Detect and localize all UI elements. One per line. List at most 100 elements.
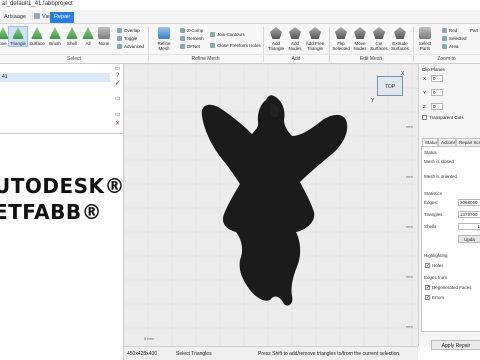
flip-selected-button[interactable]: Flip Selected [331, 27, 351, 51]
repair-panel: Clip Planes X 0 Y 0 Z 0 Transparent Cuts… [418, 64, 480, 350]
toggle-icon [117, 36, 122, 41]
zoom-part-option[interactable]: Part [470, 28, 478, 33]
triangle-select-icon [12, 27, 24, 39]
zoom-red-option[interactable]: Red [442, 28, 457, 33]
edges-label: Edges: [424, 200, 439, 205]
degenerated-faces-label: Degenerated Faces [432, 285, 472, 290]
folder-icon[interactable]: ▭ [114, 66, 121, 73]
zoom-red-icon [442, 28, 447, 33]
clip-z-input[interactable]: 0 [431, 103, 443, 110]
remesh-option[interactable]: Remesh [180, 36, 204, 41]
cut-surfaces-button[interactable]: Cut Surfaces [369, 27, 389, 51]
apply-repair-button[interactable]: Apply Repair [431, 340, 480, 350]
dfnet-icon [180, 44, 185, 49]
project-panel: 41 ▭ ? ✔ ▭ ▭ ✕ UTODESK® ETFABB® [0, 64, 126, 360]
toggle-option[interactable]: Toggle [117, 36, 137, 41]
edit-group-label: Edit Mesh [329, 54, 413, 63]
transparent-cuts-checkbox[interactable] [422, 115, 427, 120]
refine-mesh-button[interactable]: Refine Mesh [153, 27, 175, 51]
surface-select-button[interactable]: Surface [28, 27, 46, 46]
add-triangle-icon [270, 27, 282, 39]
status-section-title: Status [424, 150, 437, 155]
ruler-tick-label: mm [406, 174, 413, 179]
current-mode: Select Triangles [176, 351, 212, 357]
select-parts-button[interactable]: Select Parts [414, 27, 436, 51]
shells-label: Shells: [424, 224, 438, 229]
close-icon[interactable]: ✕ [114, 121, 121, 128]
triangles-value: 1378700 [458, 211, 480, 218]
zoom-selected-icon [442, 36, 447, 41]
folder-icon[interactable]: ▭ [114, 96, 121, 103]
extrude-surfaces-button[interactable]: Extrude Surfaces [389, 27, 411, 51]
surface-select-icon [31, 27, 43, 39]
status-hint: Press Shift to add/remove triangles to/f… [258, 351, 401, 357]
autodesk-netfabb-logo: UTODESK® ETFABB® [0, 174, 126, 294]
view-icon [34, 13, 40, 19]
shell-select-icon [66, 27, 78, 39]
view-cube[interactable]: TOP X Y [371, 68, 411, 108]
add-group-label: Add [263, 54, 329, 63]
axis-y-label: Y [371, 98, 375, 104]
advanced-option[interactable]: Advanced [117, 44, 144, 49]
ruler-tick-label: mm [406, 224, 413, 229]
select-none-button[interactable]: None [95, 27, 113, 46]
select-parts-icon [419, 27, 431, 39]
menu-bar: Artsaage View Repair [0, 10, 480, 24]
select-none-icon [98, 27, 110, 39]
folder-icon[interactable]: ▭ [114, 112, 121, 119]
holes-checkbox[interactable]: ✓ [425, 263, 430, 269]
window-title: al_default1_41.fabbproject [2, 1, 73, 7]
project-tree: 41 ▭ ? ✔ ▭ ▭ ✕ [0, 64, 124, 134]
tab-repair[interactable]: Repair [50, 12, 75, 23]
statistics-section-title: Statistics [424, 191, 443, 196]
ribbon: ove Triangle Surface Brush Shell All Non… [0, 24, 480, 64]
clip-y-label: Y [423, 90, 427, 95]
ruler-tick-label: mm [406, 324, 413, 329]
clip-x-input[interactable]: 0 [431, 75, 443, 82]
info-icon[interactable]: ? [114, 73, 121, 80]
zoom-selected-option[interactable]: Selected [442, 36, 467, 41]
move-nodes-button[interactable]: Move Nodes [351, 27, 369, 51]
overlap-option[interactable]: Overlap [117, 28, 140, 33]
update-button[interactable]: Upda [458, 235, 480, 243]
add-triangle-button[interactable]: Add Triangle [266, 27, 286, 51]
brand-autodesk: UTODESK® [0, 174, 126, 198]
add-nodes-button[interactable]: Add Nodes [286, 27, 304, 51]
tab-repair-scripts[interactable]: Repair Scri [456, 138, 480, 146]
dfnet-option[interactable]: DFNet [180, 44, 200, 49]
z-comp-icon [180, 28, 185, 33]
ruler-tick-label: mm [406, 274, 413, 279]
close-freeform-holes-option[interactable]: Close Freeform Holes [210, 43, 261, 48]
clip-z-label: Z [423, 104, 426, 109]
remesh-icon [180, 36, 185, 41]
add-nodes-icon [289, 27, 301, 39]
tree-item-part[interactable]: 41 [0, 73, 110, 82]
add-free-triangle-icon [309, 27, 321, 39]
model-dimensions: 450x428x400 [127, 351, 158, 357]
z-comp-option[interactable]: Z-Comp [180, 28, 203, 33]
add-free-triangle-button[interactable]: Add Free Triangle [304, 27, 326, 51]
tab-actions[interactable]: Actions [438, 138, 456, 146]
brush-select-button[interactable]: Brush [46, 27, 64, 46]
mesh-closed-status: Mesh is closed [424, 159, 454, 164]
view-cube-top-face[interactable]: TOP [377, 76, 403, 96]
transparent-cuts-label: Transparent Cuts [429, 115, 464, 120]
3d-viewport[interactable]: TOP X Y 0 mm mm mm mm mm mm [124, 64, 418, 346]
move-nodes-icon [354, 27, 366, 39]
degenerated-faces-checkbox[interactable]: ✓ [425, 285, 430, 291]
check-icon[interactable]: ✔ [114, 81, 121, 88]
join-contours-option[interactable]: Join Contours [210, 32, 245, 37]
triangle-select-button[interactable]: Triangle [8, 26, 28, 47]
zoom-group-label: Zoom to [413, 54, 480, 63]
zoom-area-option[interactable]: Area [442, 44, 459, 49]
axis-x-label: X [401, 71, 405, 77]
errors-checkbox[interactable]: ✓ [425, 295, 430, 301]
tab-status[interactable]: Status [422, 138, 438, 146]
title-bar: al_default1_41.fabbproject [0, 0, 480, 10]
clip-y-input[interactable]: 0 [431, 89, 443, 96]
triangles-label: Triangles: [424, 212, 444, 217]
refine-group-label: Refine Mesh [148, 54, 263, 63]
mesh-oriented-status: Mesh is oriented [424, 174, 458, 179]
tab-artsaage[interactable]: Artsaage [0, 12, 30, 23]
overlap-icon [117, 28, 122, 33]
